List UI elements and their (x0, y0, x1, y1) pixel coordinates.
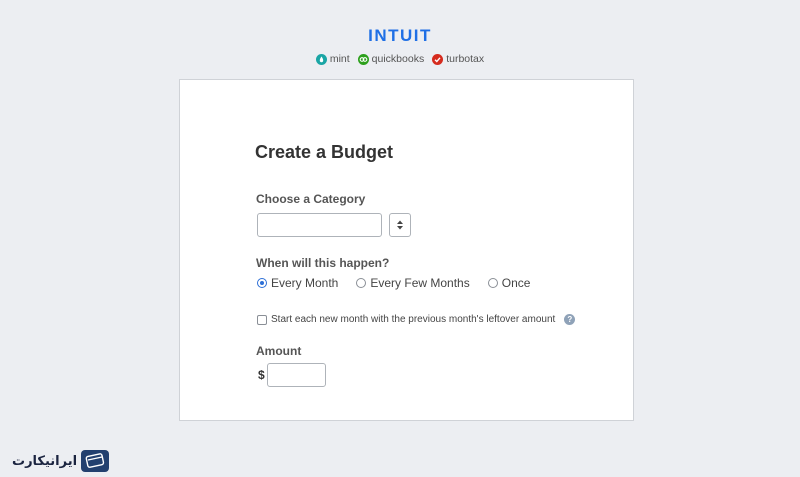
watermark: ایرانیکارت (12, 450, 110, 472)
amount-input[interactable] (267, 363, 326, 387)
radio-every-few-months[interactable]: Every Few Months (356, 276, 470, 290)
rollover-row: Start each new month with the previous m… (257, 314, 576, 325)
product-turbotax[interactable]: turbotax (432, 53, 484, 65)
radio-every-few-months-label: Every Few Months (370, 276, 470, 290)
frequency-radio-group: Every Month Every Few Months Once (257, 276, 530, 290)
radio-every-month-label: Every Month (271, 276, 339, 290)
turbotax-icon (432, 53, 444, 65)
product-mint[interactable]: mint (315, 53, 350, 65)
category-stepper-button[interactable] (389, 213, 411, 237)
radio-every-few-months-dot[interactable] (356, 278, 367, 288)
product-mint-label: mint (329, 53, 350, 65)
product-quickbooks[interactable]: quickbooks (357, 53, 425, 65)
radio-every-month-dot[interactable] (257, 278, 267, 288)
rollover-label: Start each new month with the previous m… (271, 314, 556, 325)
help-icon[interactable]: ? (564, 314, 576, 325)
radio-once-label: Once (501, 276, 531, 290)
product-quickbooks-label: quickbooks (371, 53, 425, 65)
page-title: Create a Budget (255, 142, 394, 162)
amount-label: Amount (256, 344, 302, 358)
radio-every-month[interactable]: Every Month (257, 276, 338, 290)
currency-symbol: $ (258, 368, 265, 382)
quickbooks-icon (357, 53, 369, 65)
frequency-label: When will this happen? (256, 256, 390, 270)
up-down-arrows-icon (397, 220, 403, 230)
category-label: Choose a Category (256, 192, 366, 206)
category-select[interactable] (257, 213, 382, 237)
mint-icon (315, 53, 327, 65)
radio-once-dot[interactable] (487, 278, 498, 288)
intuit-logo: INTUIT (368, 26, 432, 45)
product-links: mint quickbooks turbotax (0, 53, 800, 65)
watermark-text: ایرانیکارت (12, 453, 78, 468)
card-logo-icon (81, 450, 110, 472)
budget-card: Create a Budget Choose a Category When w… (179, 79, 634, 421)
product-turbotax-label: turbotax (446, 53, 485, 65)
radio-once[interactable]: Once (487, 276, 531, 290)
rollover-checkbox[interactable] (257, 314, 267, 325)
